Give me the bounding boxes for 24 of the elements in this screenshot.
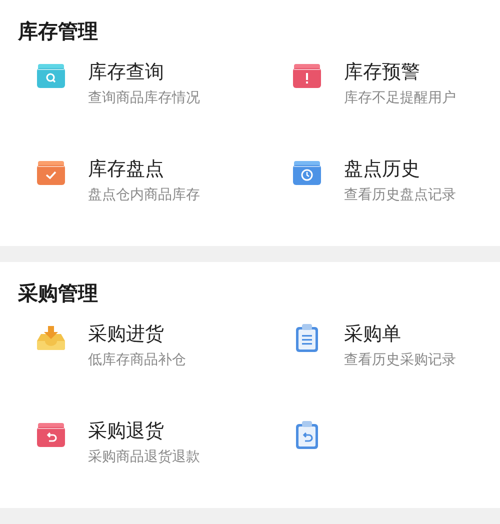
return-box-icon[interactable]	[37, 423, 65, 447]
menu-item-description: 低库存商品补仓	[88, 351, 186, 370]
menu-item-description: 盘点仓内商品库存	[88, 186, 200, 205]
menu-item-title[interactable]: 库存查询	[88, 60, 200, 84]
menu-item-description: 库存不足提醒用户	[344, 89, 456, 108]
menu-item-title[interactable]: 盘点历史	[344, 157, 456, 181]
menu-item-description: 查看历史盘点记录	[344, 186, 456, 205]
menu-item-title[interactable]: 采购退货	[88, 419, 200, 443]
menu-item-description: 查看历史采购记录	[344, 351, 456, 370]
menu-item-title[interactable]: 库存盘点	[88, 157, 200, 181]
clock-box-icon[interactable]	[293, 161, 321, 185]
clipboard-return-icon[interactable]	[296, 421, 318, 449]
menu-item-title[interactable]: 采购单	[344, 322, 456, 346]
section-title: 采购管理	[18, 280, 99, 306]
section-title: 库存管理	[18, 18, 99, 44]
search-icon[interactable]	[37, 64, 65, 88]
alert-icon[interactable]	[293, 64, 321, 88]
inbox-download-icon[interactable]	[37, 326, 65, 350]
menu-item-title[interactable]: 库存预警	[344, 60, 456, 84]
menu-item-title[interactable]: 采购进货	[88, 322, 186, 346]
menu-item-description: 采购商品退货退款	[88, 448, 200, 467]
clipboard-icon[interactable]	[296, 324, 318, 352]
checkmark-box-icon[interactable]	[37, 161, 65, 185]
menu-item-description: 查询商品库存情况	[88, 89, 200, 108]
